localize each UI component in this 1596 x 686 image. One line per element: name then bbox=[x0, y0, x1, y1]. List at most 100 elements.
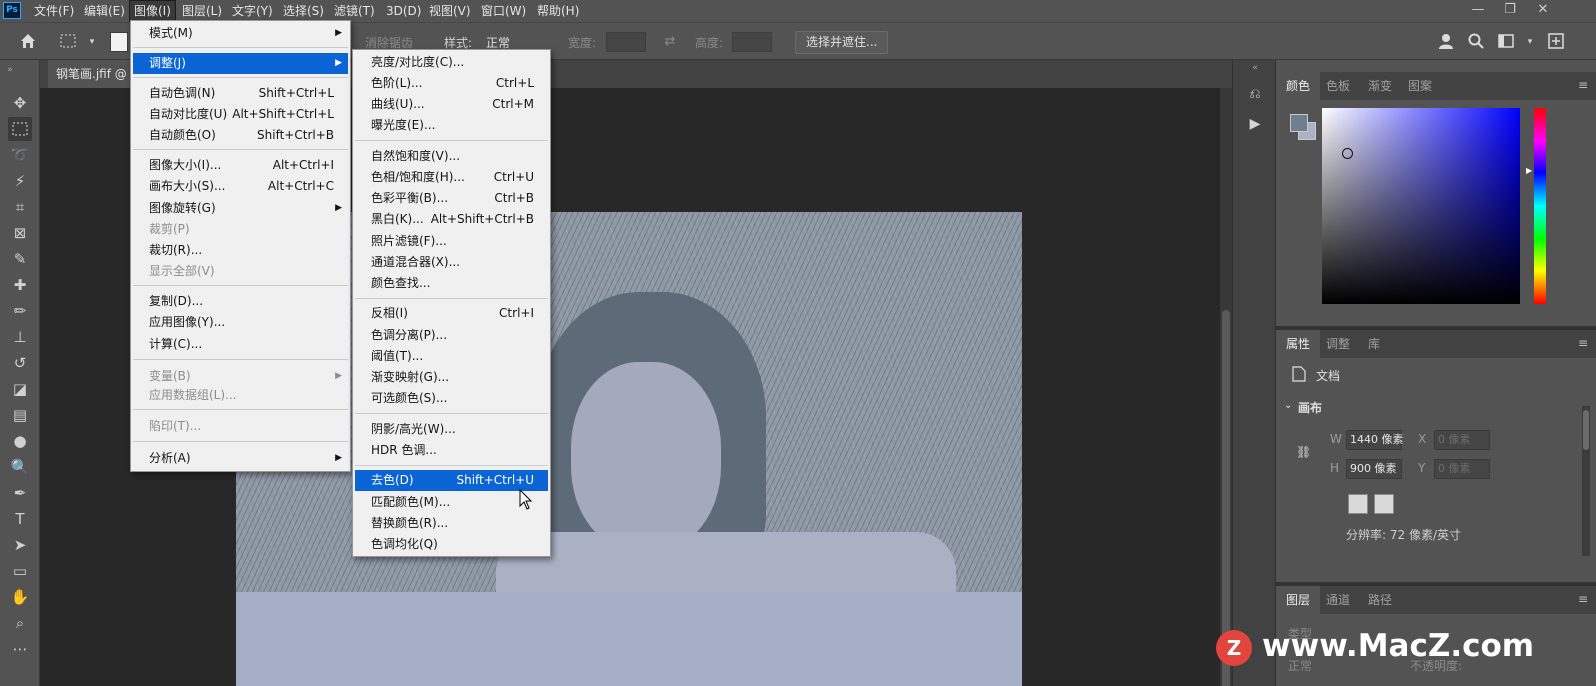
healing-brush-icon[interactable]: ✚ bbox=[8, 273, 32, 297]
tab-properties[interactable]: 属性 bbox=[1276, 330, 1321, 358]
crop-tool-icon[interactable]: ⌗ bbox=[8, 195, 32, 219]
tab-swatches[interactable]: 色板 bbox=[1316, 72, 1360, 100]
eraser-icon[interactable]: ◪ bbox=[8, 377, 32, 401]
hue-slider[interactable] bbox=[1534, 108, 1546, 304]
menu-item-image-size[interactable]: 图像大小(I)... Alt+Ctrl+I bbox=[133, 155, 348, 176]
hue-slider-marker-icon[interactable]: ▶ bbox=[1526, 166, 1532, 175]
minimize-button[interactable]: — bbox=[1463, 0, 1493, 20]
move-tool-icon[interactable]: ✥ bbox=[8, 91, 32, 115]
menu-layer[interactable]: 图层(L) bbox=[178, 0, 226, 22]
tab-paths[interactable]: 路径 bbox=[1358, 586, 1402, 614]
new-selection-button[interactable] bbox=[110, 32, 128, 52]
landscape-orientation-button[interactable] bbox=[1374, 494, 1394, 514]
zoom-tool-icon[interactable]: ⌕ bbox=[8, 611, 32, 635]
menu-filter[interactable]: 滤镜(T) bbox=[330, 0, 379, 22]
menu-item-shadows-highlights[interactable]: 阴影/高光(W)... bbox=[355, 419, 548, 440]
menu-item-hue-saturation[interactable]: 色相/饱和度(H)... Ctrl+U bbox=[355, 167, 548, 188]
menu-item-threshold[interactable]: 阈值(T)... bbox=[355, 346, 548, 367]
frame-tool-icon[interactable]: ⊠ bbox=[8, 221, 32, 245]
scrollbar-thumb[interactable] bbox=[1583, 410, 1589, 450]
menu-item-selective-color[interactable]: 可选颜色(S)... bbox=[355, 388, 548, 409]
gradient-tool-icon[interactable]: ▤ bbox=[8, 403, 32, 427]
menu-item-hdr-toning[interactable]: HDR 色调... bbox=[355, 440, 548, 461]
canvas-width-input[interactable]: 1440 像素 bbox=[1346, 430, 1404, 450]
canvas-y-input[interactable]: 0 像素 bbox=[1434, 459, 1490, 479]
collapse-toolbar-icon[interactable]: » bbox=[4, 58, 16, 82]
rectangle-tool-icon[interactable]: ▭ bbox=[8, 559, 32, 583]
history-panel-icon[interactable]: ⎌ bbox=[1245, 84, 1265, 104]
menu-item-calculations[interactable]: 计算(C)... bbox=[133, 334, 348, 355]
menu-type[interactable]: 文字(Y) bbox=[228, 0, 277, 22]
panel-menu-icon[interactable]: ≡ bbox=[1578, 336, 1588, 350]
tab-layers[interactable]: 图层 bbox=[1276, 586, 1321, 614]
menu-item-auto-tone[interactable]: 自动色调(N) Shift+Ctrl+L bbox=[133, 83, 348, 104]
menu-item-desaturate[interactable]: 去色(D) Shift+Ctrl+U bbox=[355, 470, 548, 491]
collapse-dock-icon[interactable]: « bbox=[1245, 58, 1265, 78]
tab-channels[interactable]: 通道 bbox=[1316, 586, 1360, 614]
menu-item-reveal-all[interactable]: 显示全部(V) bbox=[133, 261, 348, 282]
brush-tool-icon[interactable]: ✏ bbox=[8, 299, 32, 323]
menu-item-apply-image[interactable]: 应用图像(Y)... bbox=[133, 312, 348, 333]
magic-wand-icon[interactable]: ⚡ bbox=[8, 169, 32, 193]
menu-item-levels[interactable]: 色阶(L)... Ctrl+L bbox=[355, 73, 548, 94]
menu-item-black-white[interactable]: 黑白(K)... Alt+Shift+Ctrl+B bbox=[355, 209, 548, 230]
canvas-x-input[interactable]: 0 像素 bbox=[1434, 430, 1490, 450]
chevron-down-icon[interactable]: ⌄ bbox=[1284, 400, 1292, 411]
chevron-down-icon[interactable]: ▾ bbox=[82, 32, 102, 52]
menu-item-canvas-size[interactable]: 画布大小(S)... Alt+Ctrl+C bbox=[133, 176, 348, 197]
workspace-icon[interactable] bbox=[1496, 32, 1516, 52]
menu-item-brightness-contrast[interactable]: 亮度/对比度(C)... bbox=[355, 52, 548, 73]
stamp-tool-icon[interactable]: ⊥ bbox=[8, 325, 32, 349]
tab-libraries[interactable]: 库 bbox=[1358, 330, 1390, 358]
actions-panel-icon[interactable]: ▶ bbox=[1245, 114, 1265, 134]
menu-item-invert[interactable]: 反相(I) Ctrl+I bbox=[355, 303, 548, 324]
link-icon[interactable]: ⛓ bbox=[1296, 445, 1311, 459]
tab-gradients[interactable]: 渐变 bbox=[1358, 72, 1402, 100]
menu-3d[interactable]: 3D(D) bbox=[382, 0, 425, 22]
share-icon[interactable] bbox=[1546, 32, 1566, 52]
portrait-orientation-button[interactable] bbox=[1348, 494, 1368, 514]
color-picker-marker[interactable] bbox=[1342, 148, 1353, 159]
menu-item-photo-filter[interactable]: 照片滤镜(F)... bbox=[355, 231, 548, 252]
menu-item-apply-data-set[interactable]: 应用数据组(L)... bbox=[133, 385, 348, 406]
menu-window[interactable]: 窗口(W) bbox=[477, 0, 530, 22]
height-input[interactable] bbox=[732, 32, 772, 52]
tab-color[interactable]: 颜色 bbox=[1276, 72, 1321, 100]
pen-tool-icon[interactable]: ✒ bbox=[8, 481, 32, 505]
restore-button[interactable]: ❐ bbox=[1495, 0, 1525, 20]
panel-menu-icon[interactable]: ≡ bbox=[1578, 592, 1588, 606]
foreground-color-swatch[interactable] bbox=[1290, 114, 1308, 132]
history-brush-icon[interactable]: ↺ bbox=[8, 351, 32, 375]
marquee-tool-icon[interactable] bbox=[8, 117, 32, 141]
menu-item-channel-mixer[interactable]: 通道混合器(X)... bbox=[355, 252, 548, 273]
menu-item-mode[interactable]: 模式(M) ▶ bbox=[133, 23, 348, 44]
canvas-height-input[interactable]: 900 像素 bbox=[1346, 459, 1402, 479]
marquee-tool-preset-icon[interactable] bbox=[58, 32, 78, 52]
swap-icon[interactable]: ⇄ bbox=[660, 32, 680, 52]
menu-image[interactable]: 图像(I) bbox=[129, 0, 176, 22]
tab-patterns[interactable]: 图案 bbox=[1398, 72, 1442, 100]
properties-scrollbar[interactable] bbox=[1582, 406, 1590, 556]
menu-edit[interactable]: 编辑(E) bbox=[80, 0, 129, 22]
vertical-scrollbar[interactable] bbox=[1220, 88, 1232, 686]
menu-item-trim[interactable]: 裁切(R)... bbox=[133, 240, 348, 261]
menu-item-analysis[interactable]: 分析(A) ▶ bbox=[133, 448, 348, 469]
user-icon[interactable] bbox=[1437, 32, 1457, 52]
hand-tool-icon[interactable]: ✋ bbox=[8, 585, 32, 609]
blur-tool-icon[interactable]: ● bbox=[8, 429, 32, 453]
menu-item-auto-color[interactable]: 自动颜色(O) Shift+Ctrl+B bbox=[133, 125, 348, 146]
home-icon[interactable] bbox=[18, 32, 38, 52]
menu-item-crop[interactable]: 裁剪(P) bbox=[133, 219, 348, 240]
menu-item-curves[interactable]: 曲线(U)... Ctrl+M bbox=[355, 94, 548, 115]
select-and-mask-button[interactable]: 选择并遮住... bbox=[795, 31, 889, 54]
menu-item-color-balance[interactable]: 色彩平衡(B)... Ctrl+B bbox=[355, 188, 548, 209]
menu-item-posterize[interactable]: 色调分离(P)... bbox=[355, 325, 548, 346]
tab-adjustments[interactable]: 调整 bbox=[1316, 330, 1360, 358]
menu-item-auto-contrast[interactable]: 自动对比度(U) Alt+Shift+Ctrl+L bbox=[133, 104, 348, 125]
menu-item-duplicate[interactable]: 复制(D)... bbox=[133, 291, 348, 312]
menu-item-gradient-map[interactable]: 渐变映射(G)... bbox=[355, 367, 548, 388]
canvas-section-title[interactable]: 画布 bbox=[1298, 399, 1322, 416]
more-tools-icon[interactable]: ⋯ bbox=[8, 637, 32, 661]
menu-item-adjustments[interactable]: 调整(J) ▶ bbox=[133, 53, 348, 74]
menu-item-equalize[interactable]: 色调均化(Q) bbox=[355, 534, 548, 555]
